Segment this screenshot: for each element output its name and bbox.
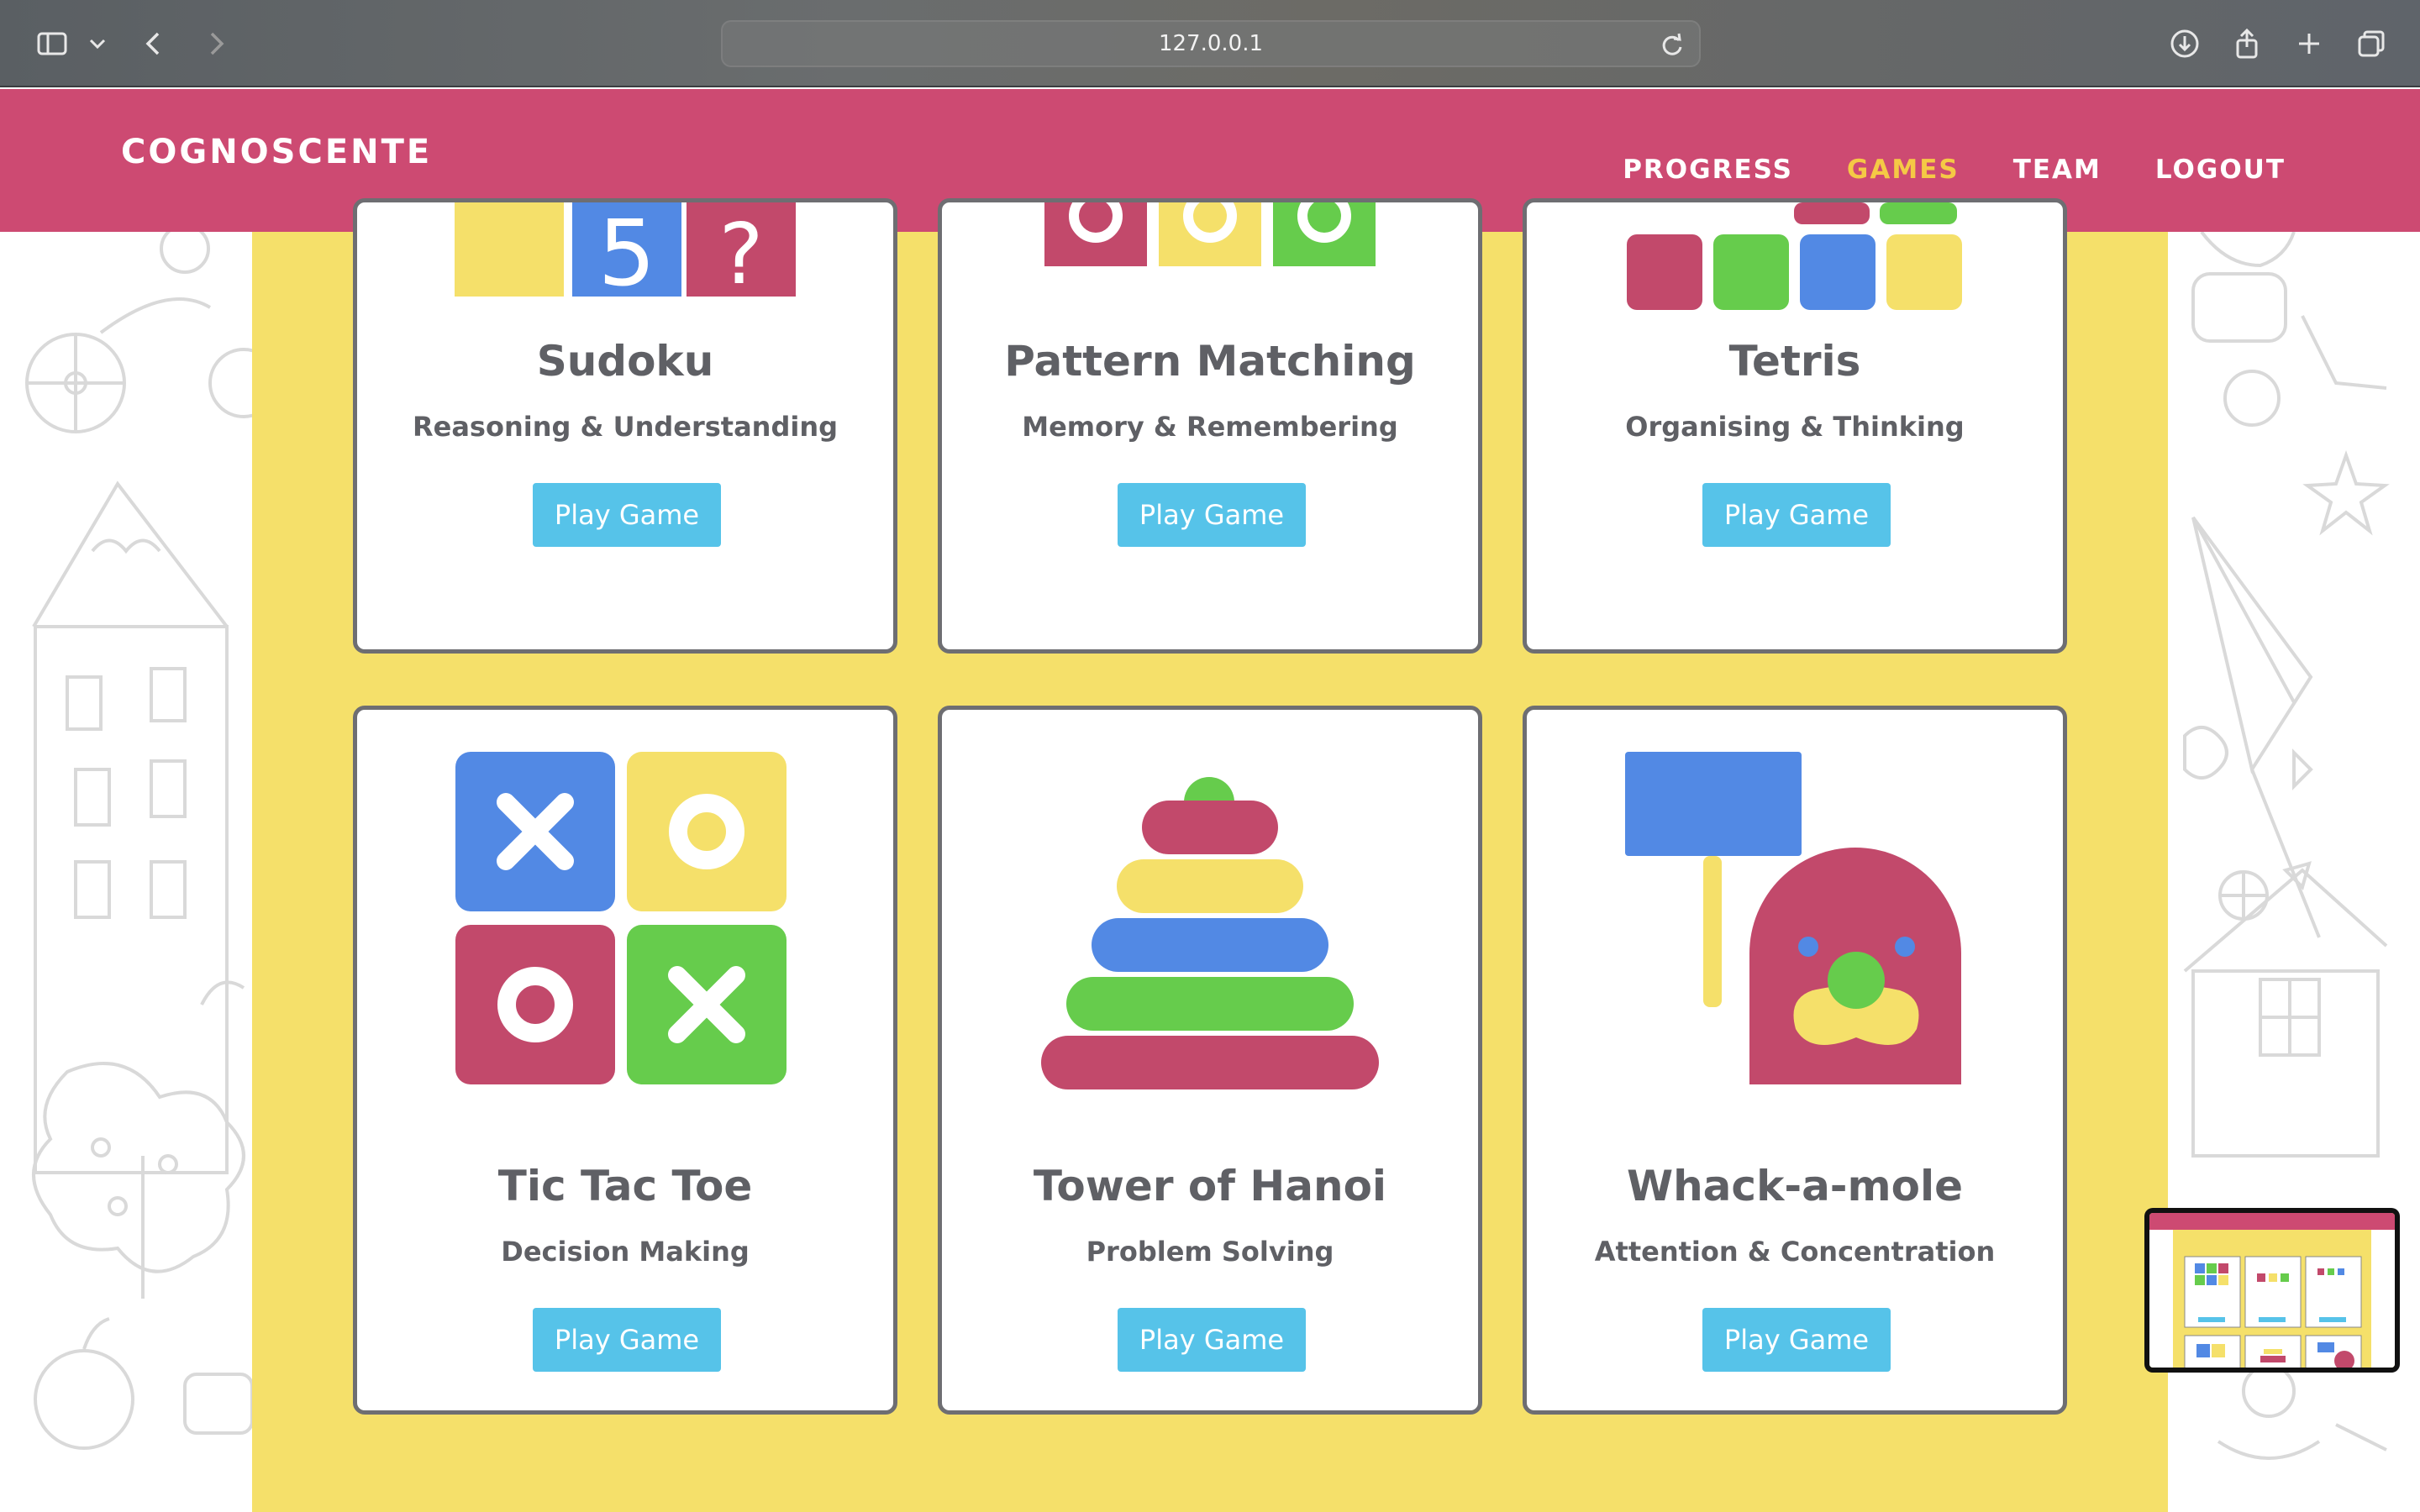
play-tower-of-hanoi-button[interactable]: Play Game — [1118, 1308, 1306, 1372]
game-title: Tower of Hanoi — [1033, 1162, 1387, 1210]
sudoku-tile-5: 5 — [598, 202, 656, 307]
share-icon[interactable] — [2227, 24, 2267, 64]
page-preview-thumbnail[interactable] — [2144, 1208, 2400, 1373]
url-text: 127.0.0.1 — [1158, 31, 1264, 56]
play-pattern-matching-button[interactable]: Play Game — [1118, 483, 1306, 547]
game-card-pattern-matching: Pattern Matching Memory & Remembering Pl… — [938, 198, 1482, 654]
tabs-overview-icon[interactable] — [2351, 24, 2391, 64]
game-subtitle: Decision Making — [501, 1236, 750, 1268]
left-doodle-background — [0, 232, 252, 1512]
game-subtitle: Attention & Concentration — [1594, 1236, 1996, 1268]
games-panel: 5 ? Sudoku Reasoning & Understanding Pla… — [252, 198, 2168, 1512]
chevron-down-icon[interactable] — [81, 24, 114, 64]
forward-icon[interactable] — [195, 24, 235, 64]
brand-logo[interactable]: COGNOSCENTE — [121, 133, 432, 171]
game-subtitle: Problem Solving — [1086, 1236, 1334, 1268]
play-tetris-button[interactable]: Play Game — [1702, 483, 1891, 547]
sudoku-tile-question: ? — [718, 205, 763, 303]
tower-of-hanoi-illustration — [1041, 777, 1379, 1089]
download-icon[interactable] — [2165, 24, 2205, 64]
page-preview-content — [2149, 1213, 2395, 1368]
game-title: Tic Tac Toe — [497, 1162, 753, 1210]
game-card-tic-tac-toe: Tic Tac Toe Decision Making Play Game — [353, 706, 897, 1415]
game-subtitle: Reasoning & Understanding — [412, 411, 839, 443]
game-card-tower-of-hanoi: Tower of Hanoi Problem Solving Play Game — [938, 706, 1482, 1415]
tic-tac-toe-illustration — [455, 752, 786, 1084]
game-card-sudoku: 5 ? Sudoku Reasoning & Understanding Pla… — [353, 198, 897, 654]
nav-progress[interactable]: PROGRESS — [1623, 155, 1793, 185]
nav-team[interactable]: TEAM — [2013, 155, 2102, 185]
nav-games[interactable]: GAMES — [1847, 155, 1960, 185]
address-bar[interactable]: 127.0.0.1 — [721, 20, 1701, 67]
new-tab-icon[interactable] — [2289, 24, 2329, 64]
game-title: Sudoku — [536, 337, 714, 386]
nav-logout[interactable]: LOGOUT — [2155, 155, 2286, 185]
game-title: Whack-a-mole — [1626, 1162, 1964, 1210]
play-sudoku-button[interactable]: Play Game — [533, 483, 721, 547]
game-title: Pattern Matching — [1004, 337, 1416, 386]
game-subtitle: Memory & Remembering — [1022, 411, 1398, 443]
play-whack-a-mole-button[interactable]: Play Game — [1702, 1308, 1891, 1372]
game-subtitle: Organising & Thinking — [1625, 411, 1965, 443]
browser-toolbar: 127.0.0.1 — [0, 0, 2420, 87]
page-preview-graphic — [2149, 1213, 2395, 1368]
back-icon[interactable] — [134, 24, 175, 64]
game-card-tetris: Tetris Organising & Thinking Play Game — [1523, 198, 2067, 654]
sidebar-icon[interactable] — [32, 24, 72, 64]
main-nav: PROGRESS GAMES TEAM LOGOUT — [1623, 155, 2286, 185]
game-title: Tetris — [1728, 337, 1861, 386]
reload-icon[interactable] — [1655, 29, 1689, 62]
play-tic-tac-toe-button[interactable]: Play Game — [533, 1308, 721, 1372]
whack-a-mole-illustration — [1625, 752, 1961, 1084]
game-card-whack-a-mole: Whack-a-mole Attention & Concentration P… — [1523, 706, 2067, 1415]
